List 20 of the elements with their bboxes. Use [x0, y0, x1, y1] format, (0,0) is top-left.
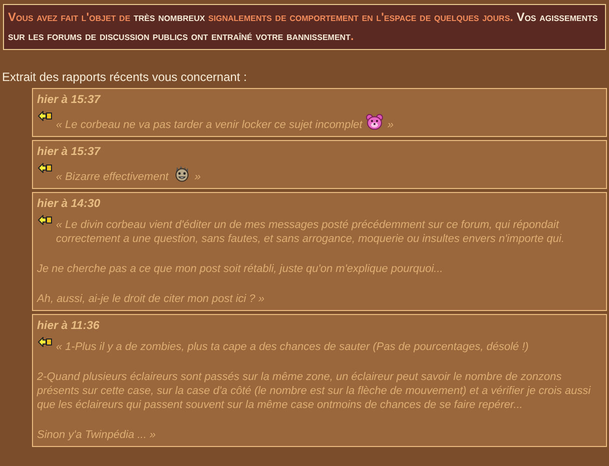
report-quote: 2-Quand plusieurs éclaireurs sont passés sur la même zone, un éclaireur peut savoir le nombre de zonzons présents sur cette case, sur la case d'a côté (le nombre est sur la flèche de mouvement) et a vérifier je crois aussi que les éclaireurs qui passent souvent sur la même case ontmoins de chances de se faire repérer...: [37, 370, 592, 412]
report-quote: « Bizarre effectivement »: [56, 164, 201, 184]
report-date: hier à 11:36: [37, 319, 100, 333]
bear-smiley-icon: [366, 114, 384, 130]
report-quote: Ah, aussi, ai-je le droit de citer mon post ici ? »: [37, 292, 266, 306]
report-quote: « Le corbeau ne va pas tarder a venir locker ce sujet incomplet »: [56, 112, 394, 132]
report-date: hier à 15:37: [37, 145, 100, 159]
report-date: hier à 15:37: [37, 93, 100, 107]
report-quote: « 1-Plus il y a de zombies, plus ta cape a des chances de sauter (Pas de pourcentages, désolé !): [56, 340, 529, 354]
left-arrow-icon: [38, 163, 52, 173]
report-quote: Sinon y'a Twinpédia ... »: [37, 428, 157, 442]
left-arrow-icon: [38, 111, 52, 121]
grinning-face-icon: [174, 166, 190, 182]
left-arrow-icon: [38, 215, 52, 225]
warning-message: Vous avez fait l'objet de très nombreux signalements de comportement en l'espace de quelques jours. Vos agissements sur les forums de discussion publics ont entraîné votre bannissement.: [8, 9, 599, 45]
report-quote: Je ne cherche pas a ce que mon post soit rétabli, juste qu'on m'explique pourquoi...: [37, 262, 444, 276]
section-heading: Extrait des rapports récents vous concernant :: [2, 70, 247, 84]
report-quote: « Le divin corbeau vient d'éditer un de mes messages posté précédemment sur ce forum, qui répondait correctement a une question, sans fautes, et sans arrogance, moquerie ou insultes envers n'importe qui.: [56, 218, 566, 246]
left-arrow-icon: [38, 337, 52, 347]
report-date: hier à 14:30: [37, 197, 100, 211]
